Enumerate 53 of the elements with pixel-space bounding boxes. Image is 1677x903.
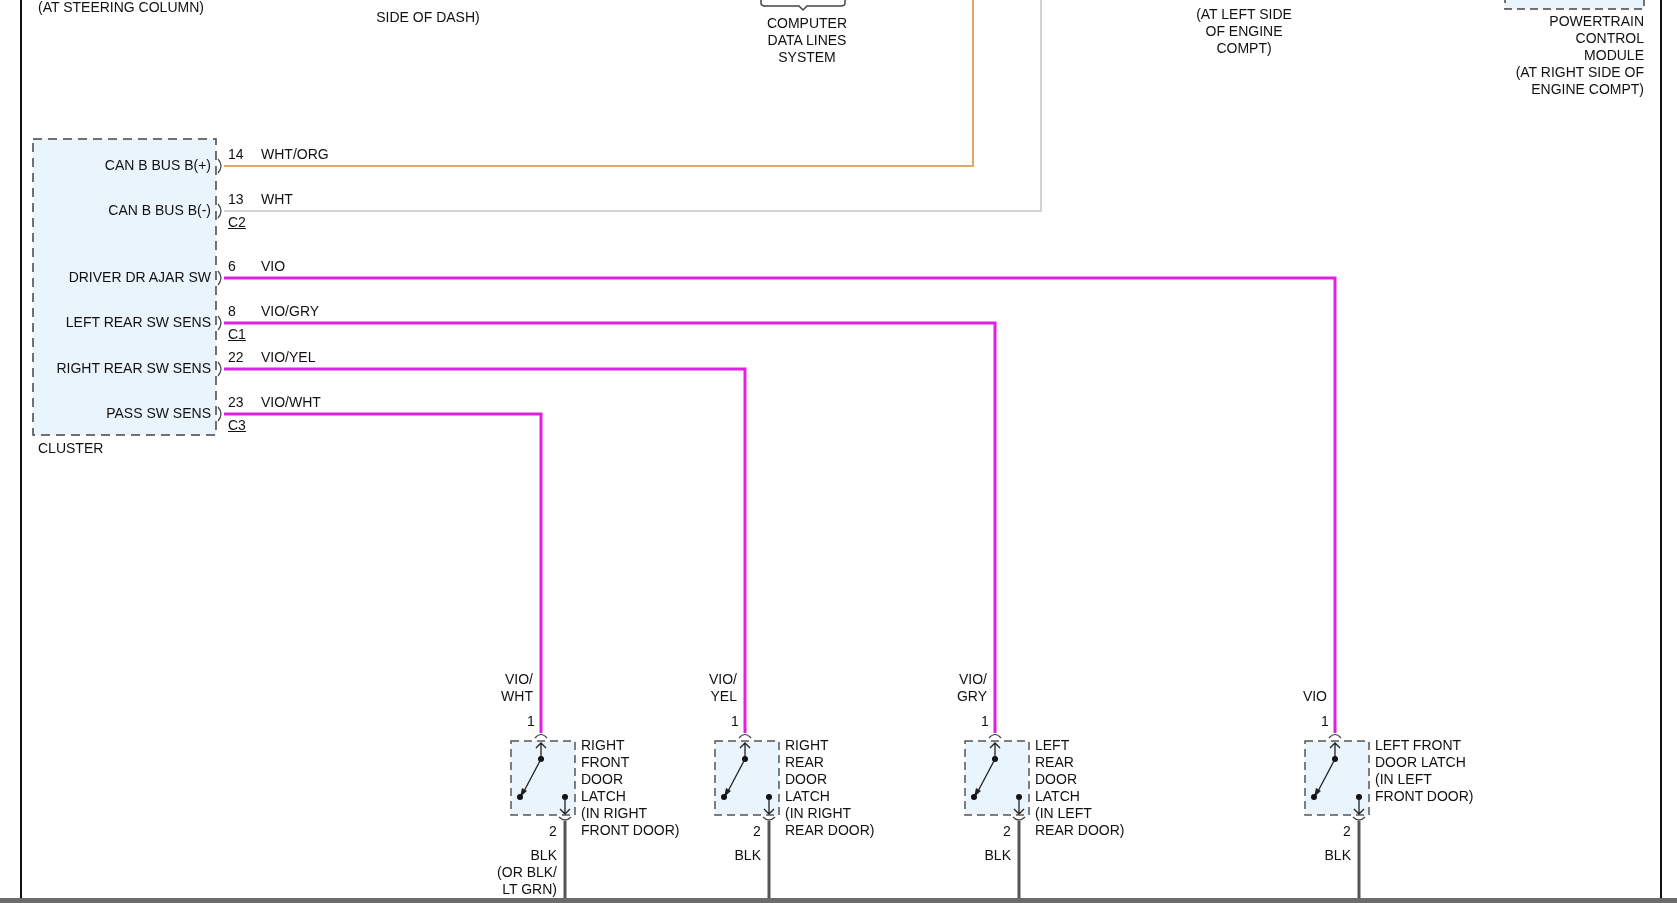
wire-color-label: VIO/WHT — [261, 394, 321, 411]
wire-color-label: VIO/ YEL — [709, 671, 737, 705]
wire-color-label: BLK — [734, 847, 761, 864]
wire-color-label: VIO/ WHT — [501, 671, 533, 705]
location-label: (AT STEERING COLUMN) — [38, 0, 204, 16]
pin-number: 8 — [228, 303, 236, 320]
pin-function-label: CAN B BUS B(-) — [108, 202, 211, 219]
component-name: CLUSTER — [38, 440, 104, 457]
connector-label: C2 — [228, 214, 246, 231]
wire-color-label: VIO/GRY — [261, 303, 320, 320]
wire-color-label: BLK — [1324, 847, 1351, 864]
pin-number: 22 — [228, 349, 244, 366]
pin-terminal-icon — [217, 270, 222, 286]
component-name: LEFT FRONT DOOR LATCH (IN LEFT FRONT DOOR) — [1375, 737, 1474, 805]
pin-terminal-icon — [217, 315, 222, 331]
pin-number: 14 — [228, 146, 244, 163]
pin-number: 2 — [753, 823, 761, 840]
connector-label: C1 — [228, 326, 246, 343]
wire-color-label: WHT/ORG — [261, 146, 329, 163]
component-name: RIGHT REAR DOOR LATCH (IN RIGHT REAR DOOR) — [785, 737, 875, 839]
location-label: (AT LEFT SIDE OF ENGINE COMPT) — [1196, 6, 1292, 57]
pin-number: 1 — [1321, 713, 1329, 730]
component-name: RIGHT FRONT DOOR LATCH (IN RIGHT FRONT DOOR) — [581, 737, 680, 839]
location-label: COMPUTER DATA LINES SYSTEM — [766, 15, 848, 66]
pin-terminal-icon — [217, 406, 222, 422]
wire-color-label: VIO — [1302, 688, 1327, 705]
pin-number: 6 — [228, 258, 236, 275]
location-label: SIDE OF DASH) — [376, 9, 480, 26]
wire-color-label: VIO/ GRY — [956, 671, 987, 705]
pin-number: 2 — [1343, 823, 1351, 840]
connector-label: C3 — [228, 417, 246, 434]
pin-function-label: CAN B BUS B(+) — [104, 157, 211, 174]
component-name: LEFT REAR DOOR LATCH (IN LEFT REAR DOOR) — [1035, 737, 1125, 839]
pin-terminal-icon — [217, 361, 222, 377]
pin-function-label: RIGHT REAR SW SENS — [56, 360, 211, 377]
pin-terminal-icon — [217, 158, 222, 174]
wire-color-label: VIO/YEL — [261, 349, 316, 366]
wire-color-label: BLK — [984, 847, 1011, 864]
pin-number: 2 — [549, 823, 557, 840]
pin-number: 1 — [981, 713, 989, 730]
pin-number: 1 — [731, 713, 739, 730]
pin-number: 23 — [228, 394, 244, 411]
wire-color-label: WHT — [261, 191, 293, 208]
wire-color-label: VIO — [261, 258, 286, 275]
pin-function-label: LEFT REAR SW SENS — [65, 314, 211, 331]
pin-terminal-icon — [217, 203, 222, 219]
pin-number: 1 — [527, 713, 535, 730]
pin-number: 13 — [228, 191, 244, 208]
wire-color-label: BLK (OR BLK/ LT GRN) — [497, 847, 557, 898]
pin-function-label: DRIVER DR AJAR SW — [68, 269, 211, 286]
pin-function-label: PASS SW SENS — [106, 405, 211, 422]
pin-number: 2 — [1003, 823, 1011, 840]
location-label: POWERTRAIN CONTROL MODULE (AT RIGHT SIDE OF ENGINE COMPT) — [1515, 13, 1644, 98]
